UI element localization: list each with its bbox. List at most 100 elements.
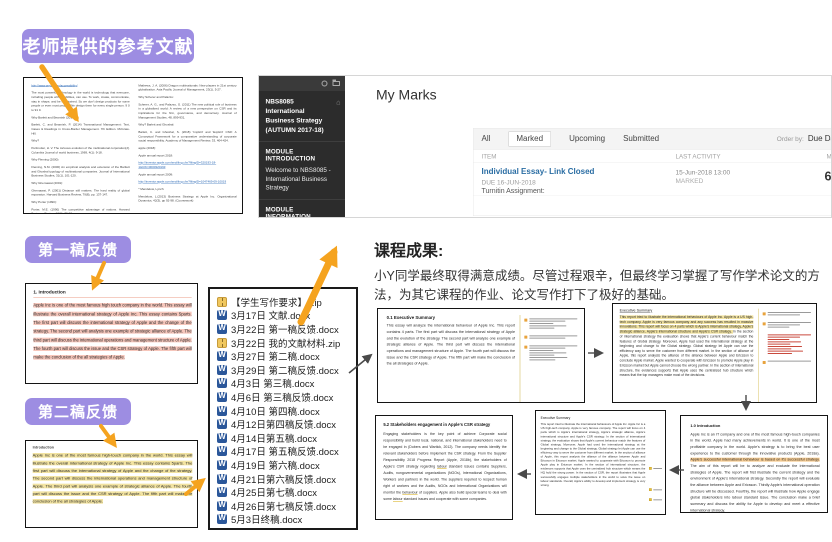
reference-entry: Porter, M.E. (1990) The competitive adva… (31, 207, 129, 214)
docx-file-icon (217, 378, 227, 388)
comment-column (758, 309, 815, 403)
reference-entry: Why? Barlett and Ghoshal: (138, 123, 236, 127)
docx-file-icon (217, 324, 227, 334)
folder-icon[interactable] (333, 81, 341, 86)
feedback-rule (33, 297, 191, 298)
docx-file-icon (217, 392, 227, 402)
doc-body: This report tried to illustrate the inte… (620, 315, 754, 378)
tab-submitted[interactable]: Submitted (623, 134, 659, 143)
file-name: 4月17日 第五稿反馈.docx (231, 444, 339, 458)
doc-heading: 5.2 Stakeholders engagement in Apple's C… (383, 422, 506, 428)
list-item[interactable]: 3月17日 文献.docx (217, 309, 354, 323)
marks-table-header: ITEM LAST ACTIVITY MARK (474, 150, 832, 163)
list-item[interactable]: 3月22日 我的文献材料.zip (217, 336, 354, 350)
reference-entry: Mathews, J. A. (2006) Dragon multination… (138, 83, 236, 92)
list-item[interactable]: 4月10日 第四稿.docx (217, 404, 354, 418)
zip-file-icon (217, 297, 227, 307)
reference-entry: Apple annual report 2009: (138, 172, 236, 176)
list-item[interactable]: 5月3日终稿.docx (217, 513, 354, 527)
reference-link[interactable]: http://investor.apple.com/secfiling.cfm?… (138, 180, 236, 184)
introduction-doc: 1.0 Introduction Apple Inc is an IT comp… (680, 415, 828, 513)
course-result-body: 小Y同学最终取得满意成绩。尽管过程艰辛，但最终学习掌握了写作学术论文的方法，为其… (374, 267, 830, 305)
refs-col-2: Mathews, J. A. (2006) Dragon multination… (138, 83, 236, 214)
comment-stub (524, 345, 581, 361)
sidebar-divider (259, 142, 345, 143)
refresh-icon[interactable] (322, 81, 328, 87)
status-badge: MARKED (676, 177, 704, 185)
doc-heading: 1. Introduction (33, 289, 191, 294)
docx-file-icon (217, 460, 227, 470)
tab-upcoming[interactable]: Upcoming (569, 134, 605, 143)
list-item[interactable]: 4月26日第七稿反馈.docx (217, 499, 354, 513)
sidebar-divider (259, 199, 345, 200)
docx-file-icon (217, 501, 227, 511)
column-mark: MARK (827, 153, 832, 160)
tab-marked[interactable]: Marked (508, 131, 551, 146)
docx-file-icon (217, 365, 227, 375)
file-name: 4月26日第七稿反馈.docx (231, 499, 336, 513)
order-by-dropdown[interactable]: Order by: Due Date (Oldest First) ∨ (777, 134, 832, 143)
list-item[interactable]: 【学生写作要求】.zip (217, 295, 354, 309)
comment-icon (524, 319, 527, 322)
reference-entry: * Mendelow, Lynch: (138, 187, 236, 191)
mark-value: 62.00 (825, 170, 832, 185)
list-item[interactable]: 3月27日 第二稿.docx (217, 349, 354, 363)
reference-entry: Why Porter (1990): (31, 200, 129, 204)
list-item[interactable]: 4月12日第四稿反馈.docx (217, 417, 354, 431)
refs-col-1: http://www.apple.com/accessibility/The m… (31, 83, 129, 214)
assignment-link[interactable]: Individual Essay- Link Closed (482, 168, 595, 177)
file-name: 5月3日终稿.docx (231, 512, 302, 526)
list-item[interactable]: 3月29日 第二稿反馈.docx (217, 363, 354, 377)
marks-card: All Marked Upcoming Submitted Order by: … (473, 128, 832, 216)
references-doc-thumbnail: http://www.apple.com/accessibility/The m… (23, 77, 243, 214)
reference-link[interactable]: http://investor.apple.com/secfiling.cfm?… (138, 161, 236, 170)
label-second-draft-feedback: 第二稿反馈 (25, 398, 131, 425)
list-item[interactable]: 4月25日第七稿.docx (217, 485, 354, 499)
file-name: 4月14日第五稿.docx (231, 431, 317, 445)
order-by-label: Order by: (777, 135, 804, 143)
sidebar-item-welcome[interactable]: Welcome to NBS8085 - International Busin… (259, 165, 345, 199)
file-name: 4月12日第四稿反馈.docx (231, 417, 336, 431)
home-icon[interactable]: ⌂ (336, 97, 340, 107)
doc-heading: Executive Summary (541, 416, 663, 420)
file-name: 3月22日 第一稿反馈.docx (231, 322, 339, 336)
draft2-feedback-doc: Introduction Apple Inc is one of the mos… (25, 440, 198, 528)
reference-entry: Mendelow, L.(2013) Business Strategy at … (138, 194, 236, 203)
list-item[interactable]: 4月21日第六稿反馈.docx (217, 472, 354, 486)
reference-entry: apple (2018): (138, 146, 236, 150)
list-item[interactable]: 4月17日 第五稿反馈.docx (217, 445, 354, 459)
docx-file-icon (217, 351, 227, 361)
file-name: 3月29日 第二稿反馈.docx (231, 363, 339, 377)
lms-top-strip (259, 76, 345, 91)
reference-entry: Scherer, A. G., and Palazzo, G. (2011) T… (138, 102, 236, 119)
comment-marker-icon (649, 467, 662, 470)
column-item: ITEM (482, 153, 497, 160)
file-name: 3月17日 文献.docx (231, 308, 310, 322)
file-name: 3月27日 第二稿.docx (231, 349, 320, 363)
docx-file-icon (217, 514, 227, 524)
reference-entry: Apple annual report 2018: (138, 153, 236, 157)
csr-stakeholders-doc: 5.2 Stakeholders engagement in Apple's C… (375, 415, 513, 520)
reference-link[interactable]: http://www.apple.com/accessibility/ (31, 83, 129, 87)
file-name: 【学生写作要求】.zip (231, 295, 322, 309)
table-row: Individual Essay- Link Closed DUE 16-JUN… (474, 163, 832, 196)
list-item[interactable]: 4月6日 第三稿反馈.docx (217, 390, 354, 404)
file-name: 3月22日 我的文献材料.zip (231, 336, 340, 350)
comment-stub (763, 312, 815, 317)
list-item[interactable]: 4月19日 第六稿.docx (217, 458, 354, 472)
list-item[interactable]: 4月3日 第三稿.docx (217, 377, 354, 391)
doc-body: Engaging stakeholders is the key point o… (383, 431, 506, 502)
exec-summary-feedback-doc: Executive Summary This report tried to i… (612, 303, 817, 403)
comment-icon (524, 336, 527, 339)
reference-entry: Ghemawat, P. (2001) Distance still matte… (31, 188, 129, 197)
comment-column (520, 315, 582, 403)
comment-stub (763, 322, 815, 329)
comment-stub (524, 335, 581, 340)
list-item[interactable]: 3月22日 第一稿反馈.docx (217, 322, 354, 336)
tab-all[interactable]: All (482, 134, 491, 143)
lms-main-area: My Marks All Marked Upcoming Submitted O… (345, 76, 832, 218)
list-item[interactable]: 4月14日第五稿.docx (217, 431, 354, 445)
reference-entry: Barlett, C. and Ghoshal, S. (2018) 'Impl… (138, 130, 236, 143)
doc-body: This report tried to illustrate the inte… (541, 422, 646, 487)
lms-screenshot: NBS8085 International Business Strategy … (258, 75, 832, 218)
